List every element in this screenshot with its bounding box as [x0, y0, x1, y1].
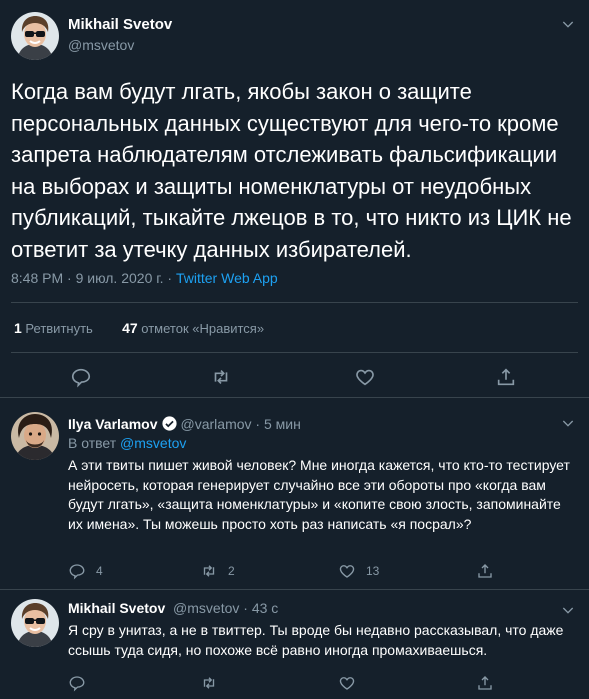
chevron-down-icon[interactable]: [556, 12, 580, 36]
reply-text: Я сру в унитаз, а не в твиттер. Ты вроде…: [68, 622, 564, 658]
like-icon: [339, 565, 355, 578]
share-button[interactable]: [476, 674, 504, 692]
share-icon: [478, 676, 492, 690]
like-icon: [339, 677, 355, 690]
reply-tweet[interactable]: Mikhail Svetov @msvetov · 43 с Я сру в у…: [0, 590, 589, 699]
tweet-time[interactable]: 8:48 PM · 9 июл. 2020 г. ·: [11, 270, 176, 286]
reply-header: Mikhail Svetov @msvetov · 43 с: [68, 600, 278, 616]
reply-to-mention[interactable]: @msvetov: [120, 435, 186, 451]
reply-count: 4: [96, 564, 103, 578]
reply-button[interactable]: [68, 674, 200, 692]
author-handle[interactable]: @varlamov · 5 мин: [181, 416, 301, 432]
reply-actions: 4 2 13: [68, 562, 504, 580]
reply-icon: [69, 564, 85, 580]
reply-text: А эти твиты пишет живой человек? Мне ино…: [68, 457, 570, 532]
retweet-icon: [203, 677, 215, 689]
like-icon[interactable]: [354, 366, 376, 393]
verified-badge-icon: [161, 416, 177, 431]
author-handle[interactable]: @msvetov · 43 с: [173, 600, 278, 616]
author-name[interactable]: Mikhail Svetov: [68, 16, 172, 33]
chevron-down-icon[interactable]: [556, 598, 580, 622]
author-name[interactable]: Mikhail Svetov: [68, 600, 165, 616]
chevron-down-icon[interactable]: [556, 411, 580, 435]
author-name[interactable]: Ilya Varlamov: [68, 416, 158, 432]
reply-icon[interactable]: [70, 366, 92, 393]
reply-to-line: В ответ @msvetov: [68, 435, 187, 451]
divider: [11, 302, 578, 303]
like-button[interactable]: 13: [338, 562, 476, 580]
reply-icon: [69, 676, 85, 692]
retweet-button[interactable]: [200, 674, 338, 692]
main-tweet: Mikhail Svetov @msvetov Когда вам будут …: [0, 0, 589, 398]
tweet-meta: 8:48 PM · 9 июл. 2020 г. · Twitter Web A…: [11, 270, 278, 286]
retweet-button[interactable]: 2: [200, 562, 338, 580]
like-button[interactable]: [338, 674, 476, 692]
reply-tweet[interactable]: Ilya Varlamov @varlamov · 5 мин В ответ @…: [0, 399, 589, 589]
share-icon: [478, 564, 492, 578]
retweet-icon[interactable]: [210, 366, 232, 393]
reply-button[interactable]: 4: [68, 562, 200, 580]
tweet-stats: 1 Ретвитнуть 47 отметок «Нравится»: [14, 320, 264, 336]
likes-stat[interactable]: 47 отметок «Нравится»: [122, 320, 264, 336]
retweets-stat[interactable]: 1 Ретвитнуть: [14, 320, 93, 336]
like-count: 13: [366, 564, 380, 578]
share-icon[interactable]: [495, 366, 517, 393]
author-handle[interactable]: @msvetov: [68, 37, 134, 53]
reply-header: Ilya Varlamov @varlamov · 5 мин: [68, 415, 301, 432]
retweet-count: 2: [228, 564, 235, 578]
avatar[interactable]: [11, 12, 59, 60]
avatar[interactable]: [11, 412, 59, 460]
divider: [11, 352, 578, 353]
share-button[interactable]: [476, 562, 504, 580]
tweet-text: Когда вам будут лгать, якобы закон о защ…: [11, 79, 572, 262]
retweet-icon: [203, 565, 215, 577]
avatar[interactable]: [11, 599, 59, 647]
reply-actions: [68, 674, 504, 692]
tweet-source-link[interactable]: Twitter Web App: [176, 270, 278, 286]
